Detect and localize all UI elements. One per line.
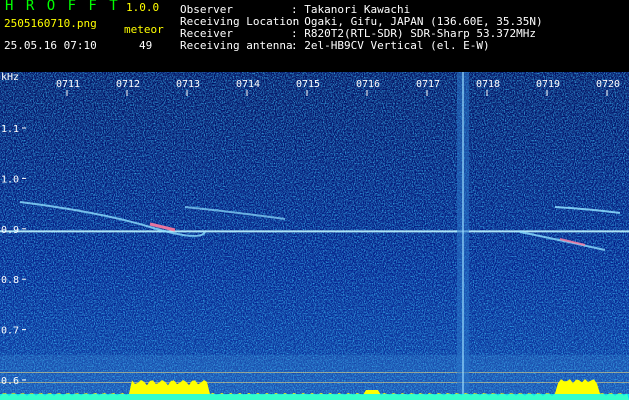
x-tick-label-4: 0715: [296, 79, 320, 90]
x-tick-label-9: 0720: [596, 79, 620, 90]
x-tick-label-1: 0712: [116, 79, 140, 90]
y-tick-label-4: 0.7: [1, 326, 19, 337]
date-time: 25.05.16 07:10: [4, 39, 97, 52]
antenna-value: : 2el-HB9CV Vertical (el. E-W): [291, 39, 490, 52]
x-tick-label-8: 0719: [536, 79, 560, 90]
meteor-label: meteor: [124, 23, 164, 36]
y-tick-label-5: 0.6: [1, 376, 19, 387]
file-name: 2505160710.png: [4, 17, 97, 30]
y-tick-label-2: 0.9: [1, 225, 19, 236]
low-freq-band: [0, 354, 629, 400]
spectrogram-noise: [0, 72, 629, 400]
info-header: H R O F F T 1.0.0 2505160710.png meteor …: [0, 0, 629, 72]
x-tick-label-0: 0711: [56, 79, 80, 90]
x-tick-label-2: 0713: [176, 79, 200, 90]
baseline-strip: [0, 394, 629, 400]
y-tick-label-3: 0.8: [1, 275, 19, 286]
x-tick-label-7: 0718: [476, 79, 500, 90]
app-title: H R O F F T: [5, 0, 120, 14]
app-version: 1.0.0: [126, 1, 160, 14]
y-axis-label: kHz: [1, 72, 20, 83]
meteor-count: 49: [139, 39, 153, 52]
x-tick-label-5: 0716: [356, 79, 380, 90]
y-tick-label-1: 1.0: [1, 174, 19, 185]
antenna-label: Receiving antenna: [180, 39, 293, 52]
x-tick-label-3: 0714: [236, 79, 260, 90]
x-tick-label-6: 0717: [416, 79, 440, 90]
y-tick-label-0: 1.1: [1, 124, 19, 135]
spectrogram-chart: 1.1 1.0 0.9 0.8 0.7 0.6 0711 0712 0713 0714 0715 07…: [0, 72, 629, 400]
